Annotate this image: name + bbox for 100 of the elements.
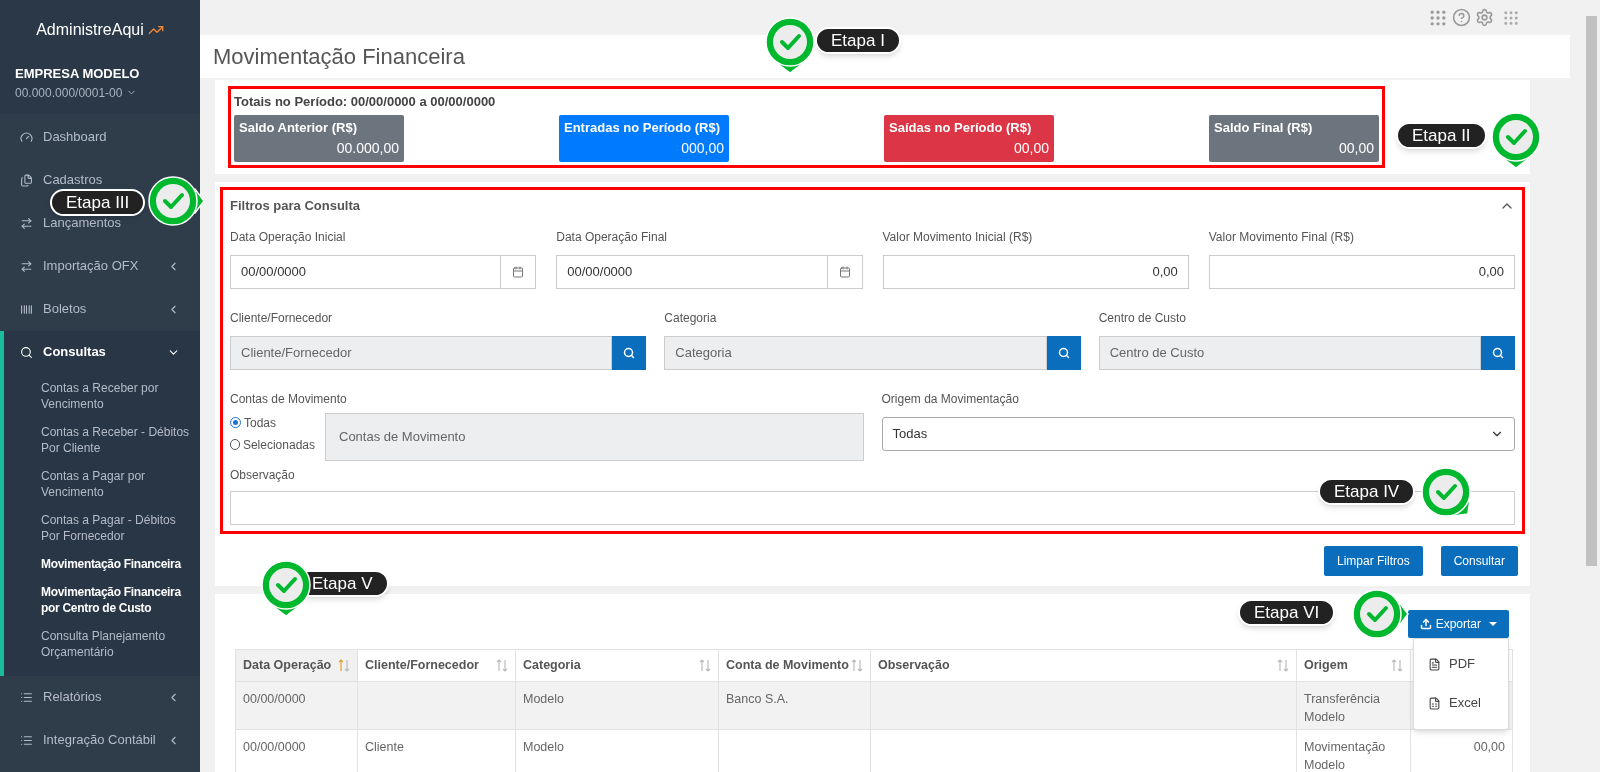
amount-field[interactable]: 0,00 bbox=[1208, 254, 1515, 289]
column-header[interactable]: Conta de Movimento bbox=[718, 649, 871, 681]
search-button[interactable] bbox=[1481, 335, 1515, 370]
menu-icon bbox=[20, 259, 33, 273]
search-button[interactable] bbox=[612, 335, 647, 370]
column-header[interactable]: Origem bbox=[1296, 649, 1411, 681]
sidebar-item[interactable]: Dashboard bbox=[0, 115, 200, 159]
search-icon bbox=[1057, 346, 1070, 359]
step-label: Etapa II bbox=[1396, 122, 1487, 149]
sidebar-item[interactable]: Relatórios bbox=[0, 675, 200, 719]
totals-title: Totais no Período: 00/00/0000 a 00/00/0000 bbox=[234, 93, 497, 111]
export-button[interactable]: Exportar bbox=[1407, 609, 1509, 638]
column-header[interactable]: Data Operação bbox=[235, 649, 358, 681]
submenu-item[interactable]: Contas a Receber por Vencimento bbox=[4, 373, 200, 418]
total-value: 000,00 bbox=[681, 138, 724, 158]
field-label: Contas de Movimento bbox=[230, 390, 348, 408]
field-label: Centro de Custo bbox=[1098, 309, 1188, 327]
table-row[interactable]: 00/00/0000 Cliente Modelo Movimentação Modelo 00,00 bbox=[235, 729, 1513, 772]
sidebar-item[interactable]: Integração Contábil bbox=[0, 718, 200, 762]
sort-icon[interactable] bbox=[1277, 658, 1289, 672]
field-label: Valor Movimento Inicial (R$) bbox=[882, 228, 1034, 246]
date-field[interactable]: 00/00/0000 bbox=[230, 254, 502, 289]
sidebar-item[interactable]: Consultas bbox=[4, 330, 200, 374]
user-menu-icon[interactable] bbox=[1502, 8, 1520, 27]
settings-icon[interactable] bbox=[1475, 8, 1494, 27]
search-icon bbox=[1492, 346, 1504, 359]
field-label: Valor Movimento Final (R$) bbox=[1208, 228, 1355, 246]
sort-icon[interactable] bbox=[851, 658, 863, 672]
sort-icon[interactable] bbox=[338, 658, 350, 672]
table-cell: Modelo bbox=[523, 739, 564, 754]
document-icon bbox=[1428, 657, 1441, 671]
total-value: 00,00 bbox=[1013, 138, 1049, 158]
column-header[interactable]: Cliente/Fornecedor bbox=[357, 649, 516, 681]
menu-icon bbox=[20, 216, 33, 230]
origin-select[interactable]: Todas bbox=[881, 416, 1515, 451]
radio-option[interactable]: Selecionadas bbox=[230, 435, 315, 454]
table-cell: Modelo bbox=[523, 691, 564, 706]
total-value: 00,00 bbox=[1338, 138, 1374, 158]
calendar-button[interactable] bbox=[501, 254, 537, 289]
field-label: Data Operação Final bbox=[556, 228, 668, 246]
spreadsheet-icon bbox=[1428, 696, 1441, 710]
date-field[interactable]: 00/00/0000 bbox=[556, 254, 828, 289]
submenu-item[interactable]: Consulta Planejamento Orçamentário bbox=[4, 621, 200, 666]
action-button[interactable]: Consultar bbox=[1440, 545, 1518, 576]
filters-title: Filtros para Consulta bbox=[230, 196, 361, 215]
company-document: 00.000.000/0001-00 bbox=[15, 84, 123, 102]
lookup-field[interactable]: Cliente/Fornecedor bbox=[230, 335, 613, 370]
amount-field[interactable]: 0,00 bbox=[882, 254, 1189, 289]
calendar-icon bbox=[838, 265, 851, 278]
action-button[interactable]: Limpar Filtros bbox=[1323, 545, 1423, 576]
lookup-field[interactable]: Centro de Custo bbox=[1098, 335, 1481, 370]
total-value: 00.000,00 bbox=[336, 138, 399, 158]
sidebar-item[interactable]: Boletos bbox=[0, 287, 200, 331]
table-cell: Movimentação Modelo bbox=[1304, 739, 1386, 772]
lookup-field[interactable]: Categoria bbox=[664, 335, 1047, 370]
export-menu-item[interactable]: PDF bbox=[1414, 644, 1508, 684]
menu-icon bbox=[20, 345, 33, 359]
field-label: Observação bbox=[230, 466, 296, 484]
column-header[interactable]: Categoria bbox=[515, 649, 719, 681]
table-cell: 00,00 bbox=[1473, 739, 1505, 754]
step-label: Etapa III bbox=[50, 189, 146, 216]
search-icon bbox=[623, 346, 636, 359]
sort-icon[interactable] bbox=[699, 658, 711, 672]
submenu-item[interactable]: Contas a Pagar por Vencimento bbox=[4, 461, 200, 506]
menu-icon bbox=[20, 733, 33, 747]
table-cell: Transferência Modelo bbox=[1304, 691, 1380, 724]
search-button[interactable] bbox=[1046, 335, 1081, 370]
field-label: Origem da Movimentação bbox=[881, 390, 1020, 408]
calendar-icon bbox=[512, 265, 525, 278]
menu-icon bbox=[20, 130, 33, 144]
calendar-button[interactable] bbox=[827, 254, 863, 289]
step-label: Etapa VI bbox=[1238, 599, 1336, 626]
menu-icon bbox=[20, 302, 33, 316]
total-label: Saldo Final (R$) bbox=[1214, 118, 1314, 137]
submenu-item[interactable]: Contas a Pagar - Débitos Por Fornecedor bbox=[4, 505, 200, 550]
sort-icon[interactable] bbox=[1391, 658, 1403, 672]
table-cell: Banco S.A. bbox=[726, 691, 789, 706]
company-name: EMPRESA MODELO bbox=[14, 65, 141, 83]
upload-icon bbox=[1419, 617, 1432, 630]
brand-name: AdministreAqui bbox=[36, 20, 144, 40]
sort-icon[interactable] bbox=[496, 658, 508, 672]
accounts-listbox[interactable]: Contas de Movimento bbox=[325, 412, 864, 461]
total-label: Saídas no Período (R$) bbox=[889, 118, 1033, 137]
submenu-item[interactable]: Movimentação Financeira por Centro de Custo bbox=[4, 577, 200, 622]
field-label: Data Operação Inicial bbox=[230, 228, 347, 246]
page-title: Movimentação Financeira bbox=[213, 43, 465, 71]
radio-option[interactable]: Todas bbox=[230, 413, 315, 432]
submenu-item[interactable]: Contas a Receber - Débitos Por Cliente bbox=[4, 417, 200, 462]
field-label: Cliente/Fornecedor bbox=[230, 309, 334, 327]
step-label: Etapa IV bbox=[1318, 478, 1416, 505]
submenu-item[interactable]: Movimentação Financeira bbox=[4, 549, 200, 578]
menu-icon bbox=[20, 173, 33, 187]
help-icon[interactable] bbox=[1452, 8, 1471, 27]
total-label: Saldo Anterior (R$) bbox=[239, 118, 358, 137]
table-cell: Cliente bbox=[365, 739, 404, 754]
column-header[interactable]: Observação bbox=[870, 649, 1297, 681]
menu-icon bbox=[20, 690, 33, 704]
sidebar-item[interactable]: Importação OFX bbox=[0, 244, 200, 288]
table-cell: 00/00/0000 bbox=[243, 739, 306, 754]
field-label: Categoria bbox=[664, 309, 718, 327]
